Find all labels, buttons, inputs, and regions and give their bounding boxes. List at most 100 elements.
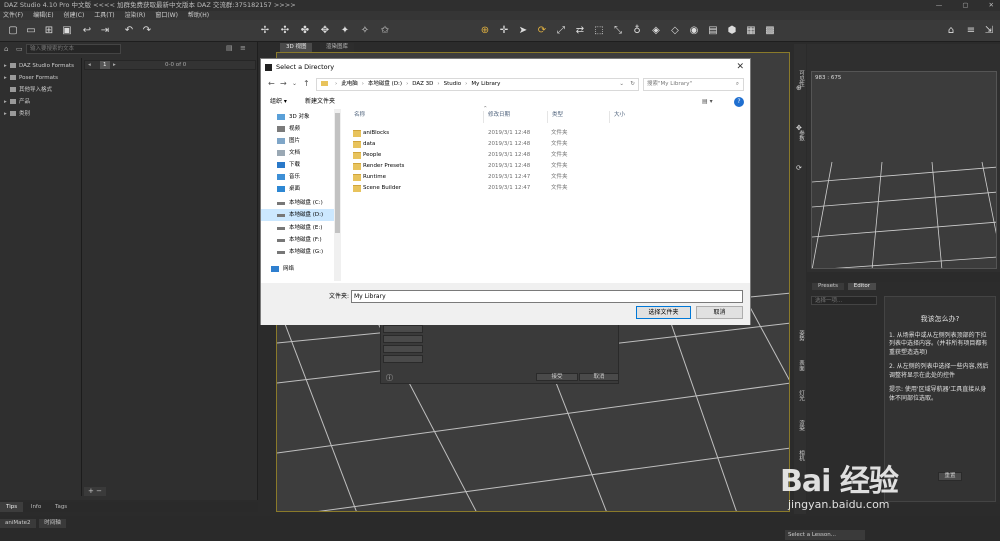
column-name[interactable]: 名称: [354, 111, 365, 120]
strip-label-params[interactable]: 参数: [797, 130, 805, 141]
nav-item-downloads[interactable]: 下载: [261, 159, 339, 171]
remove-icon[interactable]: −: [96, 487, 102, 495]
new-folder-button[interactable]: 新建文件夹: [305, 95, 335, 109]
nav-item-drive-c[interactable]: 本地磁盘 (C:): [261, 197, 339, 209]
nav-item-drive-d[interactable]: 本地磁盘 (D:): [261, 209, 339, 221]
universal-tool-icon[interactable]: ⊕: [478, 24, 492, 38]
menu-edit[interactable]: 编辑(E): [33, 12, 53, 19]
bg-list-button[interactable]: [383, 345, 423, 353]
column-size[interactable]: 大小: [614, 111, 625, 120]
tree-item-daz-formats[interactable]: ▸ DAZ Studio Formats: [4, 60, 80, 72]
up-arrow-icon[interactable]: ↑: [303, 78, 310, 90]
close-icon[interactable]: ✕: [736, 59, 744, 76]
transform-tool-icon[interactable]: ⬚: [592, 24, 606, 38]
tool-geometry-icon[interactable]: ✥: [318, 24, 332, 38]
tab-animate2[interactable]: aniMate2: [0, 519, 36, 528]
redo-icon[interactable]: ↷: [140, 24, 154, 38]
strip-label-pose[interactable]: 姿势: [797, 330, 805, 341]
tree-item-other-import[interactable]: 其他导入格式: [4, 84, 80, 96]
translate-tool-icon[interactable]: ⇄: [573, 24, 587, 38]
undo-icon[interactable]: ↶: [122, 24, 136, 38]
tab-presets[interactable]: Presets: [812, 283, 845, 290]
nav-item-drive-f[interactable]: 本地磁盘 (F:): [261, 234, 339, 246]
undo-scene-icon[interactable]: ↩: [80, 24, 94, 38]
move-tool-icon[interactable]: ✛: [497, 24, 511, 38]
home-icon[interactable]: ⌂: [944, 24, 958, 38]
tab-3d-view[interactable]: 3D 视图: [280, 43, 313, 52]
folder-input[interactable]: My Library: [351, 290, 743, 303]
crumb-studio[interactable]: Studio: [444, 81, 462, 87]
crumb-daz3d[interactable]: DAZ 3D: [412, 81, 433, 87]
tool-region-icon[interactable]: ✩: [378, 24, 392, 38]
nav-scrollbar[interactable]: [334, 109, 341, 281]
view-options-icon[interactable]: ▤ ▾: [702, 95, 713, 109]
menu-help[interactable]: 帮助(H): [188, 12, 209, 19]
render-icon[interactable]: ⬢: [725, 24, 739, 38]
bg-cancel-button[interactable]: 取消: [579, 373, 619, 381]
bg-accept-button[interactable]: 接受: [536, 373, 578, 381]
select-tool-icon[interactable]: ➤: [516, 24, 530, 38]
address-dropdown-icon[interactable]: ⌄: [619, 79, 624, 90]
iray-icon[interactable]: ▦: [744, 24, 758, 38]
nav-item-3d-objects[interactable]: 3D 对象: [261, 111, 339, 123]
file-row-data[interactable]: data 2019/3/1 12:48 文件夹: [351, 139, 601, 150]
folder-small-icon[interactable]: ▭: [16, 45, 23, 53]
file-row-people[interactable]: People 2019/3/1 12:48 文件夹: [351, 150, 601, 161]
bg-list-button[interactable]: [383, 325, 423, 333]
pane-splitter[interactable]: [81, 58, 82, 496]
file-row-scene-builder[interactable]: Scene Builder 2019/3/1 12:47 文件夹: [351, 183, 601, 194]
render-window-icon[interactable]: ▩: [763, 24, 777, 38]
tab-render-library[interactable]: 渲染图库: [320, 43, 355, 52]
pose-tool-icon[interactable]: ⤡: [611, 24, 625, 38]
paint-tool-icon[interactable]: ◇: [668, 24, 682, 38]
export-icon[interactable]: ⇥: [98, 24, 112, 38]
item-select-dropdown[interactable]: 选择一项...: [811, 296, 877, 305]
add-icon[interactable]: +: [88, 487, 94, 495]
crumb-drive-d[interactable]: 本地磁盘 (D:): [368, 81, 402, 87]
save-icon[interactable]: ▣: [60, 24, 74, 38]
dialog-search-input[interactable]: 搜索"My Library" ⌕: [643, 78, 744, 91]
scale-tool-icon[interactable]: ⤢: [554, 24, 568, 38]
open-folder-icon[interactable]: ▭: [24, 24, 38, 38]
strip-label-surface[interactable]: 表面: [797, 360, 805, 371]
tab-tags[interactable]: Tags: [49, 502, 73, 512]
bg-list-button[interactable]: [383, 355, 423, 363]
tab-tips[interactable]: Tips: [0, 502, 24, 512]
column-type[interactable]: 类型: [552, 111, 563, 120]
tool-joint-icon[interactable]: ✤: [298, 24, 312, 38]
menu-render[interactable]: 渲染(R): [125, 12, 146, 19]
tab-editor[interactable]: Editor: [847, 283, 877, 290]
tab-timeline[interactable]: 时间轴: [39, 519, 66, 528]
organize-button[interactable]: 组织 ▾: [270, 95, 287, 109]
morph-tool-icon[interactable]: ◈: [649, 24, 663, 38]
history-dropdown-icon[interactable]: ⌄: [292, 78, 297, 90]
rotate-tool-icon[interactable]: ⟳: [535, 24, 549, 38]
refresh-icon[interactable]: ↻: [630, 79, 635, 90]
options-menu-icon[interactable]: ≡: [240, 44, 246, 52]
file-row-render-presets[interactable]: Render Presets 2019/3/1 12:48 文件夹: [351, 161, 601, 172]
menu-window[interactable]: 窗口(W): [155, 12, 178, 19]
orbit-icon[interactable]: ⟳: [796, 164, 802, 172]
minimize-icon[interactable]: —: [936, 1, 943, 9]
content-search-input[interactable]: 输入要搜索的文本: [26, 44, 121, 54]
nav-item-desktop[interactable]: 桌面: [261, 183, 339, 195]
strip-label-lights[interactable]: 灯光: [797, 390, 805, 401]
help-icon[interactable]: ⓘ: [386, 373, 393, 383]
prev-page-icon[interactable]: ◂: [88, 61, 91, 69]
tree-item-products[interactable]: ▸ 产品: [4, 96, 80, 108]
home-small-icon[interactable]: ⌂: [4, 45, 8, 53]
crumb-my-library[interactable]: My Library: [471, 81, 500, 87]
render-settings-icon[interactable]: ▤: [706, 24, 720, 38]
camera-tool-icon[interactable]: ◉: [687, 24, 701, 38]
maximize-icon[interactable]: ▢: [962, 1, 968, 9]
address-bar[interactable]: › 此电脑 › 本地磁盘 (D:) › DAZ 3D › Studio › My Library …: [316, 78, 639, 91]
strip-label-render[interactable]: 渲染: [797, 420, 805, 431]
nav-item-documents[interactable]: 文档: [261, 147, 339, 159]
lesson-select[interactable]: Select a Lesson...: [785, 530, 865, 540]
tool-bone-icon[interactable]: ✣: [278, 24, 292, 38]
tool-spot-icon[interactable]: ✧: [358, 24, 372, 38]
nav-item-pictures[interactable]: 图片: [261, 135, 339, 147]
select-folder-button[interactable]: 选择文件夹: [636, 306, 691, 319]
nav-item-network[interactable]: 网络: [261, 263, 339, 275]
forward-arrow-icon[interactable]: →: [280, 78, 287, 90]
